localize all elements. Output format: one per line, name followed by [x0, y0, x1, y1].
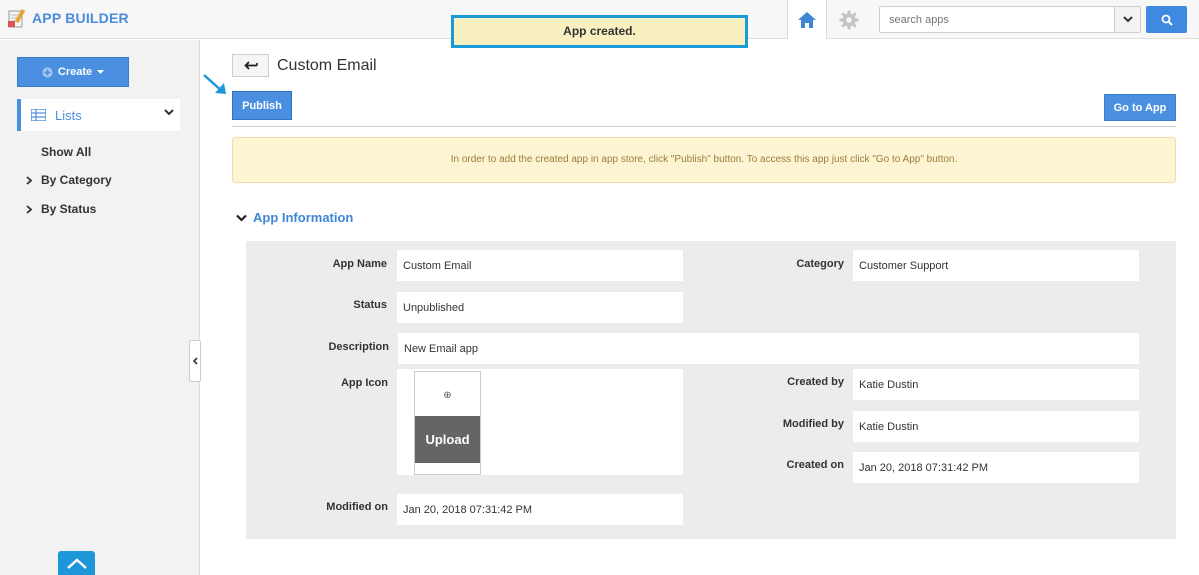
chevron-right-icon — [26, 205, 32, 214]
search-box — [879, 6, 1141, 33]
created-on-value: Jan 20, 2018 07:31:42 PM — [853, 452, 1139, 483]
pointer-arrow-icon — [203, 74, 226, 94]
sidebar-collapse-toggle[interactable] — [189, 340, 201, 382]
page-title: Custom Email — [277, 57, 377, 74]
sidebar-link-show-all[interactable]: Show All — [41, 145, 91, 159]
app-icon-upload[interactable]: ⊕ Upload — [414, 371, 481, 475]
settings-button[interactable] — [828, 0, 870, 39]
back-arrow-icon — [243, 61, 258, 70]
created-by-label: Created by — [787, 376, 844, 388]
modified-by-label: Modified by — [782, 418, 844, 430]
toast-notification: App created. — [451, 15, 748, 48]
status-value: Unpublished — [397, 292, 683, 323]
section-header-app-information[interactable]: App Information — [236, 210, 353, 225]
description-label: Description — [328, 341, 389, 353]
modified-on-value: Jan 20, 2018 07:31:42 PM — [397, 494, 683, 525]
go-to-app-button[interactable]: Go to App — [1104, 94, 1176, 121]
chevron-down-icon — [1122, 16, 1133, 23]
create-button[interactable]: Create — [17, 57, 129, 87]
gear-icon — [839, 10, 859, 29]
category-value: Customer Support — [853, 250, 1139, 281]
category-label: Category — [796, 258, 844, 270]
description-value: New Email app — [398, 333, 1139, 364]
list-icon — [31, 109, 46, 121]
brand[interactable]: APP BUILDER — [6, 6, 129, 30]
sidebar-item-label: Lists — [55, 107, 82, 123]
chevron-right-icon — [26, 176, 32, 185]
sidebar-link-by-category[interactable]: By Category — [41, 173, 112, 187]
app-name-label: App Name — [332, 258, 387, 270]
app-name-value: Custom Email — [397, 250, 683, 281]
collapse-left-icon — [192, 357, 198, 365]
divider — [232, 126, 1176, 127]
chevron-down-icon[interactable] — [164, 109, 174, 116]
app-title: APP BUILDER — [32, 10, 129, 26]
scroll-top-icon — [66, 558, 87, 569]
section-title: App Information — [253, 210, 354, 225]
status-label: Status — [353, 299, 387, 311]
create-label: Create — [57, 66, 93, 78]
chevron-down-icon — [236, 214, 247, 222]
search-dropdown-button[interactable] — [1114, 7, 1140, 32]
info-banner: In order to add the created app in app s… — [232, 137, 1176, 183]
created-on-label: Created on — [786, 459, 844, 471]
search-input[interactable] — [880, 7, 1114, 32]
sidebar: Create Lists Show All By Category By Sta… — [0, 40, 200, 575]
home-icon — [798, 11, 816, 28]
caret-down-icon — [97, 70, 105, 74]
search-button[interactable] — [1146, 6, 1187, 33]
sidebar-link-by-status[interactable]: By Status — [41, 202, 96, 216]
search-icon — [1161, 14, 1173, 26]
app-icon-label: App Icon — [340, 377, 388, 389]
app-builder-logo-icon — [8, 8, 26, 28]
publish-button[interactable]: Publish — [232, 91, 292, 120]
home-button[interactable] — [787, 0, 827, 39]
modified-by-value: Katie Dustin — [853, 411, 1139, 442]
upload-button[interactable]: Upload — [415, 416, 480, 463]
created-by-value: Katie Dustin — [853, 369, 1139, 400]
plus-circle-icon: ⊕ — [443, 390, 452, 401]
back-button[interactable] — [232, 54, 269, 77]
plus-circle-icon — [42, 67, 53, 77]
scroll-top-button[interactable] — [58, 551, 95, 575]
sidebar-item-lists[interactable]: Lists — [17, 99, 180, 131]
modified-on-label: Modified on — [326, 501, 388, 513]
